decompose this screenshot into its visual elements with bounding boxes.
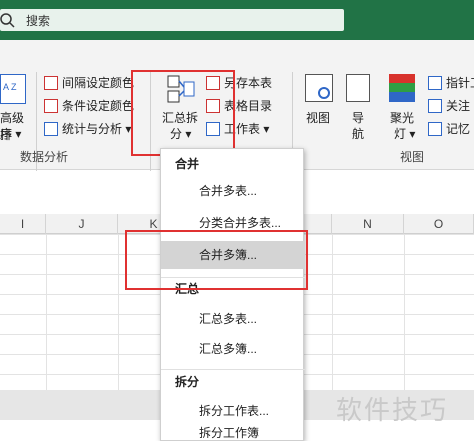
menu-item-summary-sheets[interactable]: 汇总多表... — [161, 305, 305, 333]
grid-line — [46, 234, 47, 390]
interval-color-icon — [44, 75, 58, 90]
memory-icon — [428, 121, 442, 136]
condition-color-icon — [44, 98, 58, 113]
column-header-j[interactable]: J — [46, 214, 118, 234]
search-label: 搜索 — [26, 13, 51, 28]
stats-analysis-button[interactable]: 统计与分析 ▾ — [44, 120, 131, 137]
sort-icon: A Z — [0, 74, 26, 104]
merge-split-dropdown-menu: 合并 合并多表... 分类合并多表... 合并多簿... 汇总 汇总多表... … — [160, 148, 305, 441]
grid-line — [118, 234, 119, 390]
grid-line — [404, 234, 405, 390]
condition-color-button[interactable]: 条件设定颜色 — [44, 97, 134, 114]
column-header-o[interactable]: O — [404, 214, 474, 234]
menu-item-split-sheet[interactable]: 拆分工作表... — [161, 397, 305, 425]
pointer-tool-button[interactable]: 指针工 — [428, 74, 474, 91]
grid-line — [332, 234, 333, 390]
navigation-button[interactable]: 导 航 — [344, 74, 374, 141]
column-header-i[interactable]: I — [0, 214, 46, 234]
spotlight-label-1: 聚光 — [390, 111, 415, 125]
navigation-label-1: 导 — [352, 111, 365, 125]
data-analysis-group-label: 数据分析 — [20, 150, 69, 164]
view-group-label: 视图 — [400, 150, 425, 164]
title-bar: 搜索 — [0, 0, 474, 40]
menu-item-split-workbook[interactable]: 拆分工作簿 — [161, 425, 305, 441]
spotlight-button[interactable]: 聚光 灯 ▾ — [386, 74, 420, 141]
highlight-box-merge-workbooks — [125, 230, 308, 290]
spotlight-icon — [389, 74, 415, 102]
memory-label: 记忆 — [446, 122, 471, 136]
spotlight-label-2: 灯 ▾ — [394, 127, 416, 141]
highlight-box-merge-split — [131, 70, 235, 156]
pointer-tool-icon — [428, 75, 442, 90]
menu-divider — [161, 369, 305, 370]
column-header-n[interactable]: N — [332, 214, 404, 234]
view-label: 视图 — [306, 111, 331, 125]
navigation-icon — [346, 74, 370, 102]
interval-color-label: 间隔设定颜色 — [62, 76, 135, 90]
menu-item-summary-workbooks[interactable]: 汇总多簿... — [161, 335, 305, 363]
stats-analysis-label: 统计与分析 ▾ — [62, 122, 132, 136]
search-icon — [0, 13, 15, 28]
advanced-sort-button[interactable]: A Z 高级排 序 ▾ — [0, 74, 34, 142]
menu-section-merge: 合并 — [175, 157, 200, 171]
view-button[interactable]: 视图 — [302, 74, 336, 138]
pointer-tool-label: 指针工 — [446, 76, 474, 90]
sort-icon-text: A Z — [3, 82, 17, 92]
stats-analysis-icon — [44, 121, 58, 136]
watermark-text: 软件技巧 — [336, 395, 449, 425]
focus-label: 关注 — [446, 99, 471, 113]
focus-button[interactable]: 关注 — [428, 97, 470, 114]
memory-button[interactable]: 记忆 — [428, 120, 470, 137]
navigation-label-2: 航 — [352, 127, 365, 141]
interval-color-button[interactable]: 间隔设定颜色 — [44, 74, 134, 91]
menu-item-merge-sheets[interactable]: 合并多表... — [161, 177, 305, 205]
focus-icon — [428, 98, 442, 113]
advanced-sort-label-2: 序 ▾ — [0, 127, 22, 141]
menu-section-split: 拆分 — [175, 375, 200, 389]
view-icon — [305, 74, 333, 102]
condition-color-label: 条件设定颜色 — [62, 99, 135, 113]
search-box[interactable]: 搜索 — [0, 9, 344, 31]
